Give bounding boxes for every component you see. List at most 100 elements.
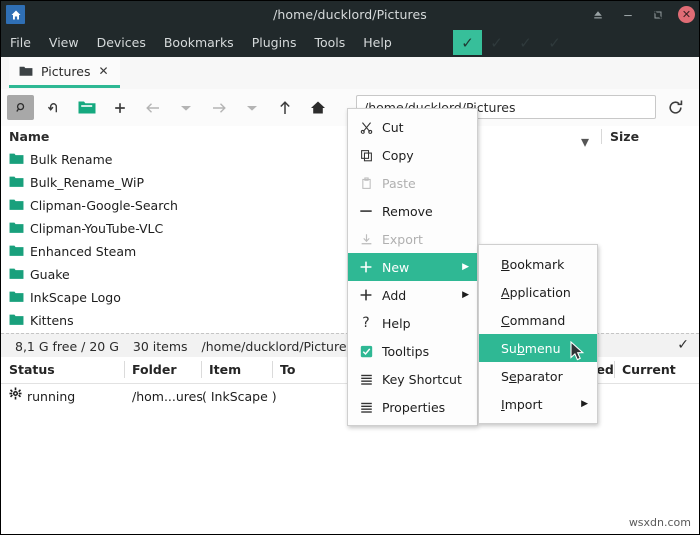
file-name: Clipman-Google-Search [30, 198, 178, 213]
menu-item-key-shortcut[interactable]: Key Shortcut [348, 365, 477, 393]
chevron-right-icon: ▶ [462, 290, 469, 300]
task-col-divider [614, 361, 615, 378]
tab-close-icon[interactable]: ✕ [99, 64, 109, 78]
column-divider [601, 129, 602, 144]
question-icon: ? [356, 315, 376, 331]
menu-item-label: Tooltips [382, 344, 429, 359]
menu-file[interactable]: File [1, 31, 40, 54]
menu-item-new[interactable]: New ▶ [348, 253, 477, 281]
eject-button[interactable] [588, 5, 608, 25]
current-path-label: /home/ducklord/Pictures [202, 339, 354, 354]
undo-arrow-button[interactable] [40, 95, 67, 120]
close-button[interactable]: ✕ [678, 6, 695, 23]
folder-icon [9, 221, 24, 237]
task-col-divider [201, 361, 202, 378]
submenu-item-post: pplication [510, 285, 571, 300]
menu-item-label: Copy [382, 148, 414, 163]
menu-item-label: Cut [382, 120, 404, 135]
minus-icon [356, 205, 376, 217]
toggle-button-1[interactable]: ✓ [453, 30, 482, 55]
chevron-right-icon: ▶ [581, 399, 588, 409]
home-button[interactable] [304, 95, 331, 120]
toggle-button-4[interactable]: ✓ [540, 30, 569, 55]
menu-help[interactable]: Help [354, 31, 401, 54]
menu-item-label: Help [382, 316, 411, 331]
back-history-dropdown[interactable] [172, 95, 199, 120]
submenu-item-bookmark[interactable]: Bookmark [479, 250, 597, 278]
menu-bookmarks[interactable]: Bookmarks [155, 31, 243, 54]
task-col-current[interactable]: Current [622, 362, 676, 377]
task-col-folder[interactable]: Folder [132, 362, 177, 377]
menu-item-remove[interactable]: Remove [348, 197, 477, 225]
folder-icon [19, 62, 33, 81]
minimize-button[interactable] [618, 5, 638, 25]
submenu-item-application[interactable]: Application [479, 278, 597, 306]
submenu-item-post: ommand [510, 313, 566, 328]
tab-bar: Pictures ✕ [1, 57, 699, 90]
submenu-item-accel: B [501, 257, 510, 272]
context-menu[interactable]: Cut Copy Paste Remove Export [347, 108, 478, 426]
task-status-value: running [27, 389, 75, 404]
menu-item-help[interactable]: ? Help [348, 309, 477, 337]
submenu-item-post: ookmark [510, 257, 565, 272]
menu-devices[interactable]: Devices [88, 31, 155, 54]
file-name: Clipman-YouTube-VLC [30, 221, 163, 236]
toggle-button-2[interactable]: ✓ [482, 30, 511, 55]
menu-item-add[interactable]: Add ▶ [348, 281, 477, 309]
file-name: Enhanced Steam [30, 244, 136, 259]
folder-icon [9, 267, 24, 283]
menu-item-tooltips[interactable]: Tooltips [348, 337, 477, 365]
clipboard-icon [356, 177, 376, 190]
column-header-size[interactable]: Size [610, 129, 639, 144]
menu-item-properties[interactable]: Properties [348, 393, 477, 421]
menu-item-paste: Paste [348, 169, 477, 197]
task-item-value: ( InkScape ) [202, 389, 277, 404]
status-check-icon[interactable]: ✓ [677, 337, 689, 353]
forward-history-dropdown[interactable] [238, 95, 265, 120]
task-col-to[interactable]: To [280, 362, 295, 377]
new-button[interactable] [106, 95, 133, 120]
scissors-icon [356, 121, 376, 134]
window-controls: ✕ [588, 1, 695, 28]
column-header-name[interactable]: Name [9, 129, 49, 144]
checkbox-checked-icon[interactable] [356, 345, 376, 358]
menu-item-export: Export [348, 225, 477, 253]
maximize-button[interactable] [648, 5, 668, 25]
forward-button[interactable] [205, 95, 232, 120]
folder-icon [9, 152, 24, 168]
menu-plugins[interactable]: Plugins [243, 31, 306, 54]
task-col-item[interactable]: Item [209, 362, 241, 377]
menu-view[interactable]: View [40, 31, 88, 54]
file-name: Kittens [30, 313, 74, 328]
title-bar: /home/ducklord/Pictures ✕ [1, 1, 699, 28]
submenu-item-import[interactable]: Import ▶ [479, 390, 597, 418]
menu-item-copy[interactable]: Copy [348, 141, 477, 169]
menu-tools[interactable]: Tools [305, 31, 354, 54]
menu-item-cut[interactable]: Cut [348, 113, 477, 141]
open-folder-button[interactable] [73, 95, 100, 120]
task-col-divider [124, 361, 125, 378]
submenu-item-command[interactable]: Command [479, 306, 597, 334]
folder-icon [9, 244, 24, 260]
new-submenu[interactable]: Bookmark Application Command Submenu Sep… [478, 244, 598, 424]
find-button[interactable] [7, 95, 34, 120]
back-button[interactable] [139, 95, 166, 120]
tab-pictures[interactable]: Pictures ✕ [9, 57, 120, 88]
menu-item-label: Remove [382, 204, 433, 219]
toggle-button-3[interactable]: ✓ [511, 30, 540, 55]
submenu-item-post: parator [517, 369, 563, 384]
free-space-label: 8,1 G free / 20 G [15, 339, 119, 354]
submenu-item-pre: Su [501, 341, 517, 356]
reload-button[interactable] [664, 96, 686, 118]
list-icon [356, 401, 376, 414]
menu-bar: File View Devices Bookmarks Plugins Tool… [1, 28, 699, 57]
submenu-item-post: mport [505, 397, 543, 412]
menu-item-label: Paste [382, 176, 416, 191]
task-col-status[interactable]: Status [9, 362, 55, 377]
file-name: Bulk Rename [30, 152, 112, 167]
plus-icon [356, 260, 376, 274]
up-button[interactable] [271, 95, 298, 120]
menu-item-label: Properties [382, 400, 445, 415]
task-folder-value: /hom...ures [132, 389, 203, 404]
task-col-divider [272, 361, 273, 378]
